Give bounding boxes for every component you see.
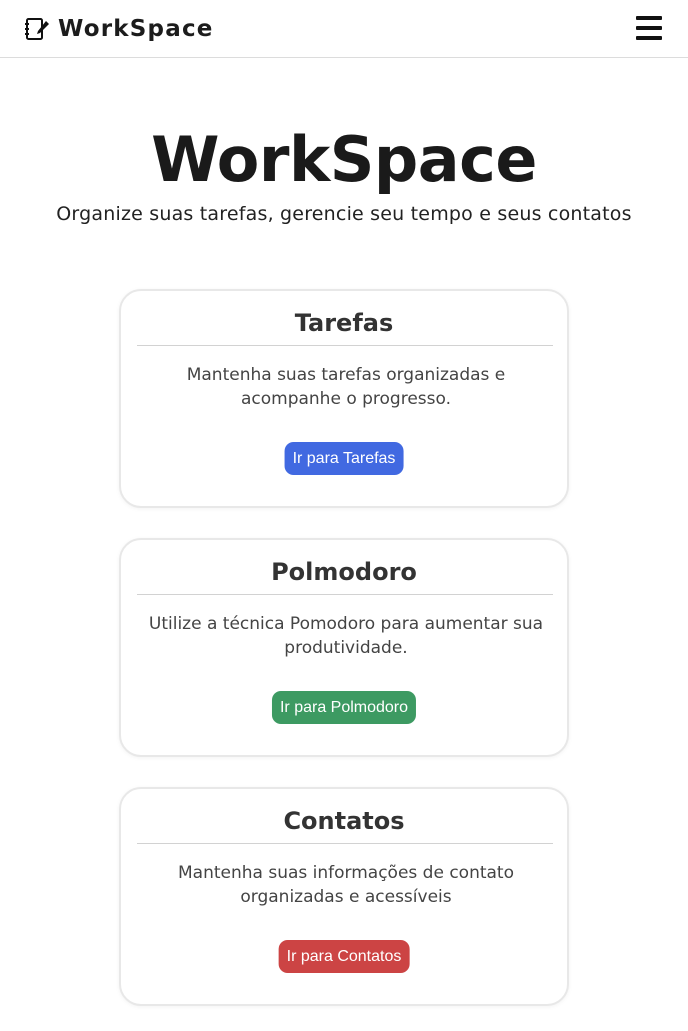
page-title: WorkSpace <box>151 123 537 196</box>
brand-link[interactable]: WorkSpace <box>24 14 214 44</box>
card-description: Mantenha suas informações de contato org… <box>177 863 514 907</box>
go-to-tarefas-button[interactable]: Ir para Tarefas <box>284 442 404 475</box>
card-description: Mantenha suas tarefas organizadas e acom… <box>186 365 506 409</box>
go-to-polmodoro-button[interactable]: Ir para Polmodoro <box>271 691 417 724</box>
brand-name: WorkSpace <box>58 16 214 42</box>
card-divider <box>137 345 553 346</box>
card-title: Tarefas <box>294 309 394 337</box>
card-description: Utilize a técnica Pomodoro para aumentar… <box>148 614 544 658</box>
card-title: Polmodoro <box>271 558 417 586</box>
card-divider <box>137 594 553 595</box>
navbar: WorkSpace <box>0 0 688 58</box>
notebook-pen-icon <box>25 18 49 40</box>
card-contatos: Contatos Mantenha suas informações de co… <box>119 787 569 1006</box>
card-polmodoro: Polmodoro Utilize a técnica Pomodoro par… <box>119 538 569 757</box>
card-tarefas: Tarefas Mantenha suas tarefas organizada… <box>119 289 569 508</box>
card-title: Contatos <box>283 807 405 835</box>
go-to-contatos-button[interactable]: Ir para Contatos <box>278 940 410 973</box>
hamburger-menu-icon[interactable] <box>633 14 667 42</box>
page-subtitle: Organize suas tarefas, gerencie seu temp… <box>56 203 632 225</box>
card-divider <box>137 843 553 844</box>
